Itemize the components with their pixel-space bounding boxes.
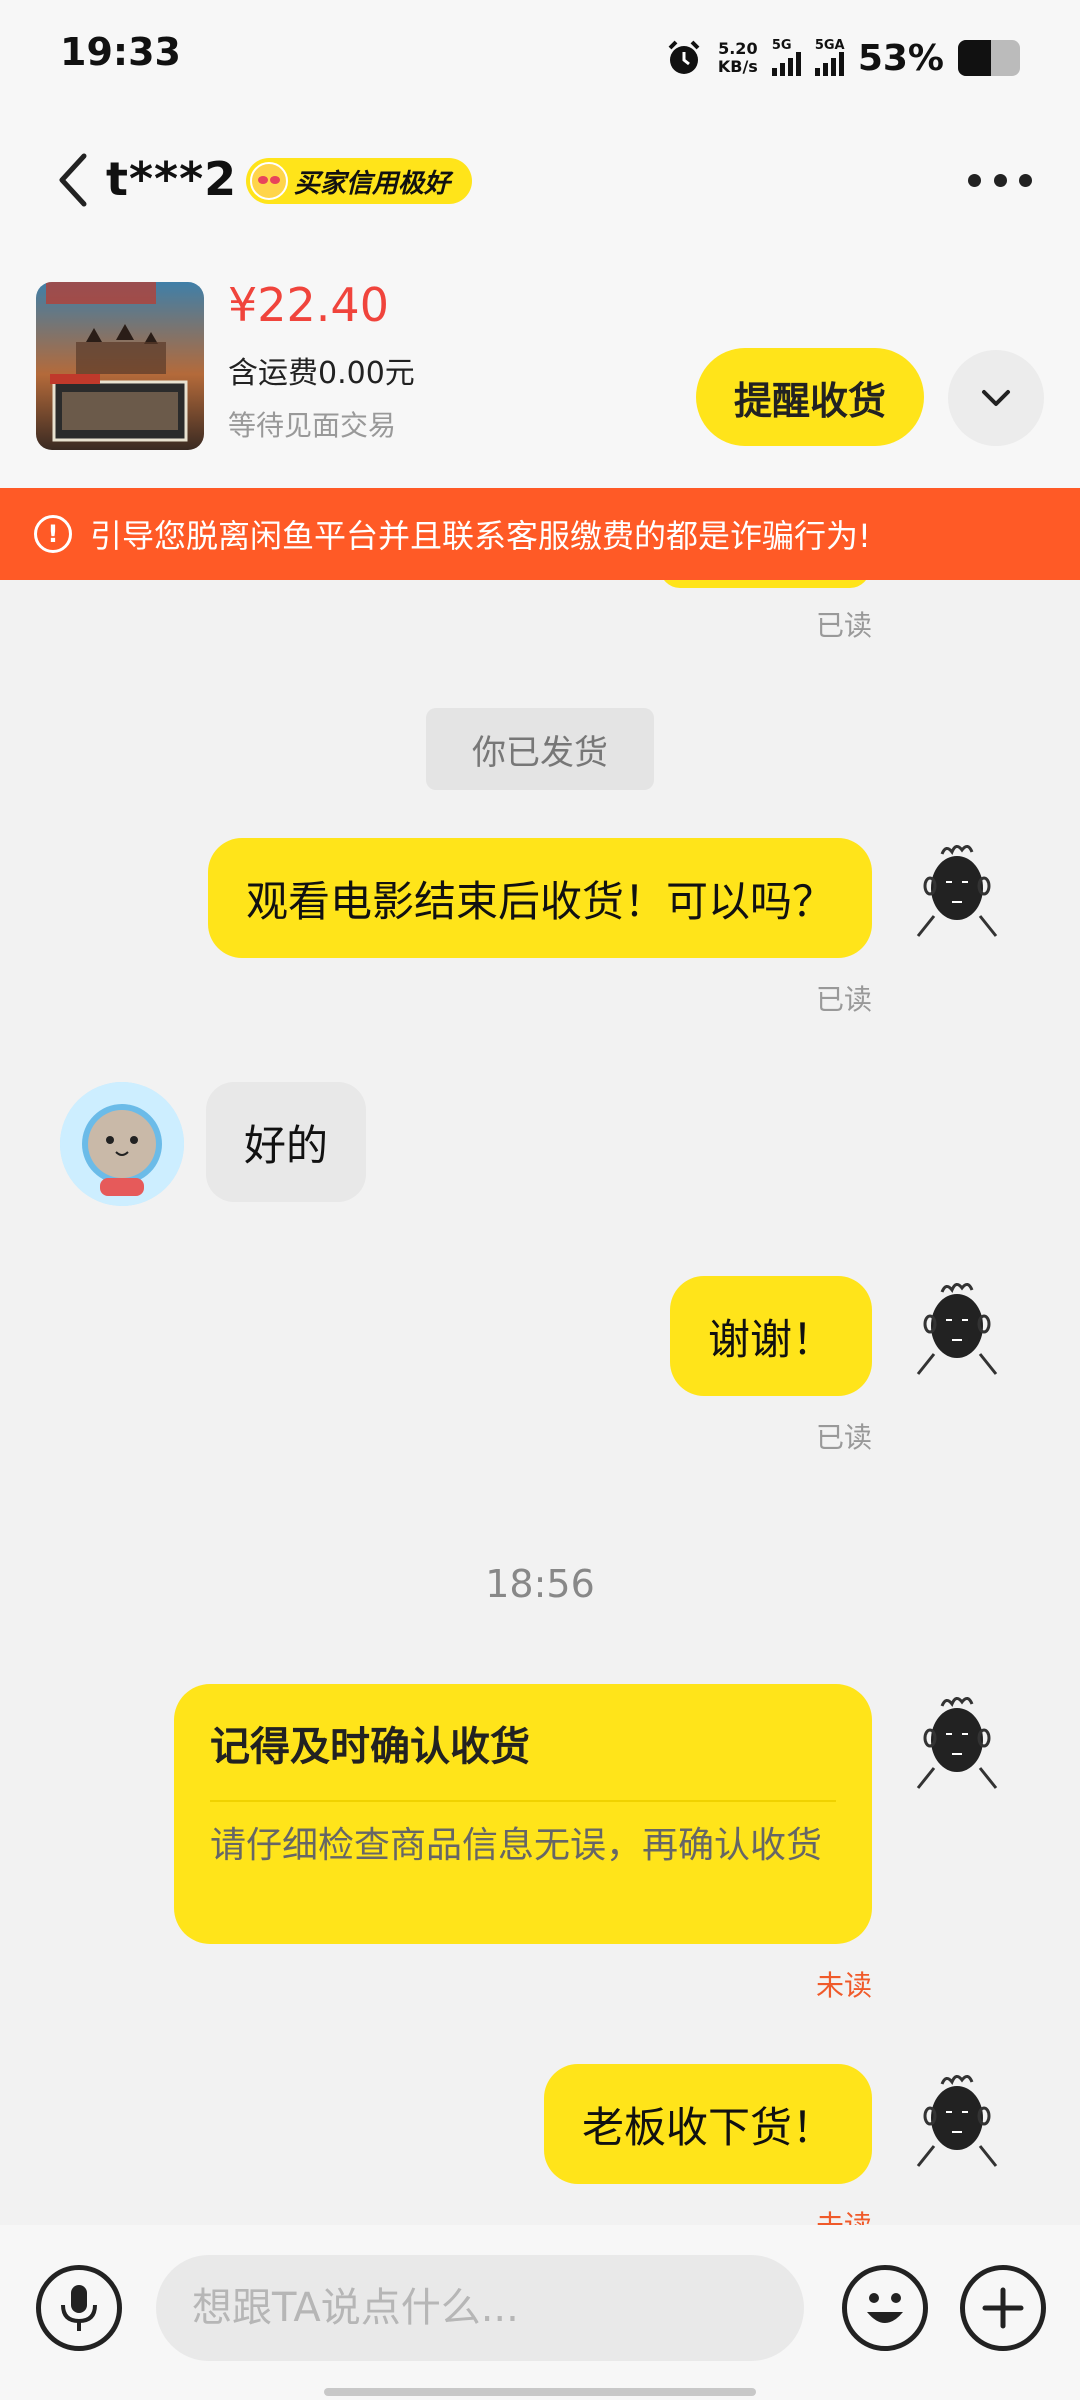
status-icons: 5.20 KB/s 5G 5GA 53% [664,34,1020,82]
chat-header: t***2 买家信用极好 [0,120,1080,244]
microphone-icon [61,2285,97,2331]
trade-status: 等待见面交易 [228,409,397,442]
back-button[interactable] [48,150,98,210]
credit-badge[interactable]: 买家信用极好 [246,158,473,204]
card-title: 记得及时确认收货 [210,1724,530,1770]
more-dots-icon [968,173,981,187]
user-avatar-icon [916,1697,998,1789]
signal-icon: 5G [771,38,801,76]
net-speed: 5.20 KB/s [718,40,758,76]
read-status: 已读 [815,1421,872,1454]
fraud-warning-banner: ! 引导您脱离闲鱼平台并且联系客服缴费的都是诈骗行为! [0,488,1080,580]
message-input[interactable] [156,2255,804,2361]
system-message: 你已发货 [426,708,654,790]
plus-button[interactable] [960,2265,1046,2351]
my-avatar[interactable] [912,1278,1002,1378]
plus-icon [982,2287,1024,2329]
expand-button[interactable] [948,350,1044,446]
time-separator: 18:56 [485,1562,595,1606]
unread-status: 未读 [816,2204,872,2225]
warning-icon: ! [34,515,72,553]
product-card[interactable]: ¥22.40 含运费0.00元 等待见面交易 提醒收货 [0,244,1080,488]
battery-icon [958,40,1020,76]
user-avatar-icon [916,2075,998,2167]
message-bubble-partial [660,580,870,588]
message-bubble-incoming[interactable]: 好的 [206,1082,367,1202]
product-price: ¥22.40 [228,278,389,332]
credit-badge-label: 买家信用极好 [294,168,451,199]
back-arrow-icon [59,153,87,207]
card-divider [210,1800,836,1802]
contact-name[interactable]: t***2 [106,152,237,206]
status-time: 19:33 [60,30,181,74]
sim2-label: 5GA [814,38,845,53]
voice-button[interactable] [36,2265,122,2351]
home-indicator[interactable] [324,2388,756,2396]
net-speed-value: 5.20 [718,39,758,58]
signal-icon: 5GA [814,38,845,76]
read-status: 已读 [815,983,872,1016]
warning-text: 引导您脱离闲鱼平台并且联系客服缴费的都是诈骗行为! [90,517,871,555]
chevron-down-icon [982,390,1010,406]
message-bubble-outgoing[interactable]: 观看电影结束后收货！可以吗？ [207,838,872,958]
unread-status: 未读 [815,1969,872,2002]
chat-messages[interactable]: 已读 你已发货 观看电影结束后收货！可以吗？ 已读 好的 谢谢！ 已读 18:5… [0,580,1080,2225]
message-bubble-outgoing[interactable]: 谢谢！ [669,1276,872,1396]
emoji-button[interactable] [842,2265,928,2351]
sim1-label: 5G [771,38,792,53]
my-avatar[interactable] [912,2070,1002,2170]
battery-fill [958,40,991,76]
heart-eyes-emoji-icon [250,162,288,200]
card-body: 请仔细检查商品信息无误，再确认收货 [210,1825,823,1866]
input-bar [0,2225,1080,2400]
remind-receipt-button[interactable]: 提醒收货 [696,348,924,446]
my-avatar[interactable] [912,840,1002,940]
confirm-receipt-card[interactable]: 记得及时确认收货 请仔细检查商品信息无误，再确认收货 [174,1684,872,1944]
read-status: 已读 [815,609,872,642]
status-bar: 19:33 5.20 KB/s 5G 5GA 53% [0,0,1080,120]
product-thumbnail[interactable] [36,282,204,450]
emoji-icon [867,2293,903,2323]
more-button[interactable] [968,168,1032,192]
message-bubble-outgoing[interactable]: 老板收下货！ [543,2064,872,2184]
net-speed-unit: KB/s [717,57,758,76]
alarm-icon [668,40,700,74]
my-avatar[interactable] [912,1692,1002,1792]
seal-avatar-icon [60,1082,184,1206]
contact-avatar[interactable] [60,1082,184,1206]
product-shipping: 含运费0.00元 [228,356,415,391]
battery-percent: 53% [857,37,944,79]
user-avatar-icon [916,1283,998,1375]
user-avatar-icon [916,845,998,937]
